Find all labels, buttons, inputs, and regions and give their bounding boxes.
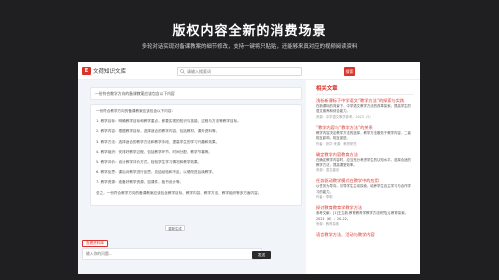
library-tag-button[interactable]: 查看资料库: [82, 240, 108, 247]
article-meta: 来源：语文建设: [316, 168, 340, 173]
assistant-line: 7. 教学资源：准备好教学资源，如课件、板书设计等。: [96, 180, 184, 185]
search-button[interactable]: 搜索: [344, 67, 355, 76]
search-icon: [180, 69, 185, 74]
divider: [316, 94, 414, 95]
chat-pane: 一份符合教学方向的备课教案应该包含以下内容 一份符合教学方向的备课教案应该包含以…: [78, 80, 306, 274]
article-excerpt: 参考文献：[1]王立新.教育教育学教学方法研究[J].教育探索，2021（6）：…: [316, 211, 408, 221]
article-card[interactable]: 任务驱动教学模式在教学中的应用 以任务为导向，引导学生主动探索，培养学生自主学习…: [316, 178, 414, 200]
app-window: E 文荷知识文库 搜索 一份符合教学方向的备课教案应该包含以下内容 一份符合教学…: [78, 62, 420, 274]
user-message: 一份符合教学方向的备课教案应该包含以下内容: [90, 87, 302, 100]
article-excerpt: 在确定教学内容时，应当充分考虑学生的认知水平，选择合适的教学方法，提高课堂效率。: [316, 157, 411, 168]
article-excerpt: 教学内容决定教学方法的选择，教学方法服务于教学内容，二者相互影响，相互促进。: [316, 130, 411, 141]
article-meta: 作者：张华 来源：教育研究: [316, 141, 357, 146]
article-card[interactable]: 语言教学方法、活动与教学内容: [316, 232, 414, 238]
assistant-line: 2. 教学内容：根据教学目标，选择适合的教学内容，包括教材、课外资料等。: [96, 129, 220, 134]
related-articles-panel: 相关文章 浅析新课标下中学语文“教学方法”的探索与实践 在新课标的背景下，中学语…: [308, 80, 420, 274]
logo-mark: E: [82, 67, 91, 75]
article-meta: 来源：教育探索: [316, 222, 340, 227]
article-title[interactable]: 语言教学方法、活动与教学内容: [316, 232, 414, 238]
assistant-summary: 总之，一份符合教学方向的备课教案应该包含教学目标、教学内容、教学方法、教学组织等…: [96, 190, 262, 195]
article-card[interactable]: 确定教学内容教育方法 在确定教学内容时，应当充分考虑学生的认知水平，选择合适的教…: [316, 152, 414, 174]
assistant-line: 4. 教学组织：安排好教学过程，包括教学环节、时间分配、教学节奏等。: [96, 149, 212, 154]
search-box: [177, 67, 302, 76]
top-bar: E 文荷知识文库 搜索: [78, 62, 420, 80]
article-meta: 作者：李明: [316, 195, 333, 200]
article-excerpt: 以任务为导向，引导学生主动探索，培养学生自主学习与合作学习的能力。: [316, 184, 411, 194]
chat-input[interactable]: [82, 248, 262, 260]
logo-text: 文荷知识文库: [93, 69, 127, 75]
article-card[interactable]: 浅析新课标下中学语文“教学方法”的探索与实践 在新课标的背景下，中学语文教学方法…: [316, 98, 414, 120]
regenerate-button[interactable]: 重新生成: [165, 225, 185, 231]
article-card[interactable]: 探讨教育教育学教学方法 参考文献：[1]王立新.教育教育学教学方法研究[J].教…: [316, 205, 414, 227]
assistant-message: 一份符合教学方向的备课教案应该包含以下内容： 1. 教学目标：明确教学目标和教学…: [90, 104, 302, 206]
search-input[interactable]: [187, 68, 292, 75]
app-logo[interactable]: E 文荷知识文库: [82, 67, 126, 75]
assistant-line: 一份符合教学方向的备课教案应该包含以下内容：: [96, 109, 176, 113]
assistant-line: 1. 教学目标：明确教学目标和教学重点，即要实现的知识与技能、过程与方法等教学目…: [96, 119, 241, 124]
hero-title: 版权内容全新的消费场景: [172, 24, 327, 39]
related-heading: 相关文章: [316, 86, 338, 92]
assistant-line: 3. 教学方法：选择适合的教学方法和教学手段，提高学生的学习兴趣和效果。: [96, 139, 220, 144]
assistant-line: 5. 教学评价：设计教学评价方式，检验学生学习情况和教学效果。: [96, 159, 202, 164]
hero-subtitle: 多轮对话实现对备课教案的细节修改，支持一键将只贴贴，还能够来真对应的视频阅读资料: [141, 44, 358, 50]
article-card[interactable]: “教学内容与“教学方法”的关系 教学内容决定教学方法的选择，教学方法服务于教学内…: [316, 125, 414, 147]
send-button[interactable]: 发送: [252, 251, 271, 259]
article-meta: 来源：中学语文教学参考，2023（5）: [316, 114, 373, 119]
assistant-line: 6. 教学反思：课后对教学进行反思，总结经验和不足，以便改进后续教学。: [96, 170, 216, 175]
chat-scroll[interactable]: 一份符合教学方向的备课教案应该包含以下内容 一份符合教学方向的备课教案应该包含以…: [90, 87, 302, 239]
article-excerpt: 在新课标的背景下，中学语文教学方法的改革探索，提高学生的语文素养和综合能力。: [316, 104, 411, 114]
